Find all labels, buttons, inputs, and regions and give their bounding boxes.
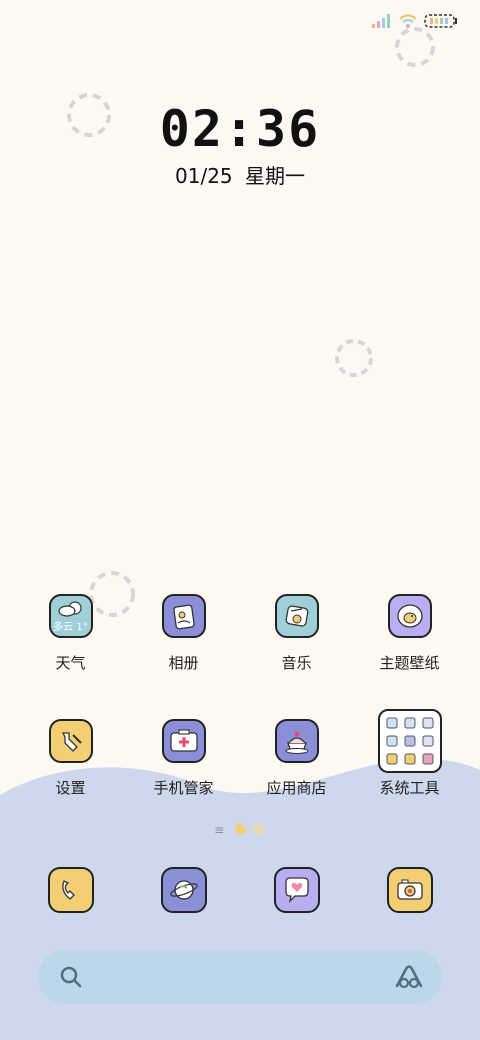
- weather-icon: 多云 1°: [48, 594, 93, 638]
- system-tools-folder-icon: [377, 709, 442, 773]
- browser-planet-icon: [160, 867, 207, 913]
- app-label: 设置: [55, 779, 86, 797]
- battery-icon: [424, 14, 457, 28]
- dock-camera[interactable]: [353, 867, 466, 913]
- app-label: 应用商店: [266, 779, 327, 797]
- dashed-circle-decoration: [395, 27, 435, 67]
- app-music[interactable]: 音乐: [240, 594, 353, 673]
- search-bar[interactable]: [38, 950, 442, 1004]
- date-weekday: 星期一: [245, 164, 305, 188]
- app-label: 系统工具: [379, 779, 440, 797]
- page-list-icon: ≡: [214, 823, 225, 837]
- dock-browser[interactable]: [127, 867, 240, 913]
- messages-heart-icon: [273, 867, 320, 913]
- app-system-tools[interactable]: 系统工具: [353, 709, 466, 798]
- duck-page-dot-icon: [235, 823, 248, 834]
- app-theme[interactable]: 主题壁纸: [353, 594, 466, 673]
- weather-widget-text: 多云 1°: [53, 622, 88, 633]
- app-label: 天气: [55, 654, 86, 672]
- search-icon[interactable]: [58, 964, 84, 990]
- assistant-icon[interactable]: [394, 964, 424, 990]
- app-label: 主题壁纸: [379, 654, 440, 672]
- signal-icon: [372, 14, 390, 28]
- app-phone-manager[interactable]: 手机管家: [127, 719, 240, 798]
- app-label: 音乐: [281, 654, 312, 672]
- settings-icon: [48, 719, 93, 763]
- status-bar: [372, 10, 458, 32]
- music-icon: [274, 594, 319, 638]
- app-store[interactable]: 应用商店: [240, 719, 353, 798]
- app-store-icon: [274, 719, 319, 763]
- dashed-circle-decoration: [335, 339, 373, 377]
- gallery-icon: [161, 594, 206, 638]
- theme-icon: [387, 594, 432, 638]
- app-settings[interactable]: 设置: [14, 719, 127, 798]
- app-label: 相册: [168, 654, 199, 672]
- dock-phone[interactable]: [14, 867, 127, 913]
- app-gallery[interactable]: 相册: [127, 594, 240, 673]
- phone-icon: [47, 867, 94, 913]
- app-weather[interactable]: 多云 1° 天气: [14, 594, 127, 673]
- wifi-icon: [399, 14, 417, 28]
- app-label: 手机管家: [153, 779, 214, 797]
- clock-date[interactable]: 01/25 星期一: [0, 160, 480, 189]
- dock-messages[interactable]: [240, 867, 353, 913]
- page-indicator[interactable]: ≡: [0, 822, 480, 837]
- phone-manager-icon: [161, 719, 206, 763]
- clock-time[interactable]: 02:36: [0, 100, 480, 158]
- date-day: 01/25: [175, 164, 233, 188]
- camera-icon: [386, 867, 433, 913]
- duck-page-dot-icon: [252, 823, 265, 834]
